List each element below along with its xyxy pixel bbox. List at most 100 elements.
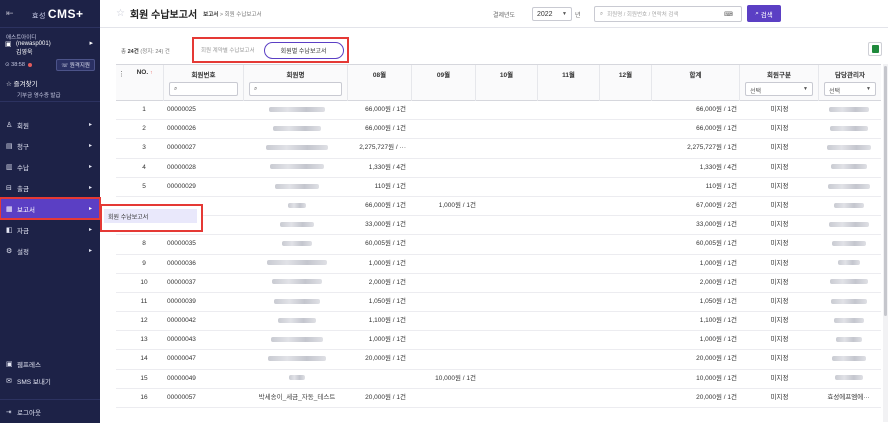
cell-member-name [248, 274, 346, 292]
redacted-name [273, 125, 321, 131]
redacted-manager [833, 317, 864, 323]
favorite-star-icon[interactable]: ☆ [116, 8, 125, 19]
cell-total: 67,000원 / 2건 [696, 201, 737, 209]
table-row[interactable]: 1 00000025 66,000원 / 1건 66,000원 / 1건 미지정 [116, 101, 881, 121]
member-no-filter[interactable]: ⌕ [169, 82, 238, 96]
logout-button[interactable]: ⇥ 로그아웃 [0, 399, 100, 423]
cell-sep [414, 120, 476, 138]
company-switcher[interactable]: 애스트아이디 ▣ (newasp001) 김영욱 ▸ [0, 28, 100, 58]
submenu-item-member-receipt-report[interactable]: 회원 수납보고서 [104, 209, 197, 223]
cell-manager [821, 197, 876, 215]
redacted-name [288, 202, 306, 208]
cell-no: 12 [140, 317, 148, 325]
redacted-manager [829, 125, 868, 131]
cell-sep [414, 139, 476, 157]
building-icon: ▣ [5, 41, 12, 48]
redacted-name [266, 145, 328, 151]
table-row[interactable]: 13 00000043 1,000원 / 1건 1,000원 / 1건 미지정 [116, 331, 881, 351]
cell-no: 5 [142, 182, 146, 190]
logo[interactable]: 효성 CMS+ [32, 7, 84, 21]
cell-member-type: 미지정 [770, 201, 789, 209]
cell-member-name [248, 235, 346, 253]
column-menu-icon[interactable]: ⋮ [118, 70, 125, 78]
manager-select[interactable]: 선택 ▼ [824, 82, 876, 96]
cell-manager: 효성에프엠에··· [827, 393, 870, 401]
cell-sep [414, 312, 476, 330]
year-select[interactable]: 2022 ▼ [532, 7, 572, 21]
table-row[interactable]: 11 00000039 1,050원 / 1건 1,050원 / 1건 미지정 [116, 293, 881, 313]
remote-support-button[interactable]: ☏ 원격지원 [56, 59, 95, 71]
table-row[interactable]: 33,000원 / 1건 33,000원 / 1건 미지정 [116, 216, 881, 236]
cell-manager [821, 370, 876, 388]
excel-download-button[interactable] [868, 42, 882, 56]
cell-total: 33,000원 / 1건 [696, 221, 737, 229]
company-name: 애스트아이디 [6, 35, 37, 41]
table-row[interactable]: 4 00000028 1,330원 / 4건 1,330원 / 4건 미지정 [116, 159, 881, 178]
search-icon: ⌕ [174, 86, 178, 92]
table-row[interactable]: 14 00000047 20,000원 / 1건 20,000원 / 1건 미지정 [116, 350, 881, 370]
report-submenu: 회원 수납보고서 [100, 204, 203, 232]
logout-icon: ⇥ [6, 408, 12, 416]
cell-member-name: 박세송이_세금_자동_테스트 [258, 393, 336, 401]
cell-total: 1,330원 / 4건 [699, 163, 737, 171]
user-name: 김영욱 [16, 50, 33, 56]
sidebar-item-receipt[interactable]: ▥ 수납 ▸ [0, 156, 100, 177]
cell-aug: 66,000원 / 1건 [365, 125, 406, 133]
table-row[interactable]: 66,000원 / 1건 1,000원 / 1건 67,000원 / 2건 미지정 [116, 197, 881, 217]
sidebar-item-billing[interactable]: ▤ 청구 ▸ [0, 135, 100, 156]
table-row[interactable]: 9 00000036 1,000원 / 1건 1,000원 / 1건 미지정 [116, 255, 881, 274]
cell-member-type: 미지정 [770, 355, 789, 363]
table-row[interactable]: 3 00000027 2,275,727원 / ··· 2,275,727원 / 1건… [116, 139, 881, 159]
tab-contract-receipt-report[interactable]: 회원 계약별 수납보고서 [201, 46, 255, 54]
cell-member-no: 00000027 [167, 144, 196, 152]
cell-no: 1 [142, 106, 146, 113]
col-member-no: 회원번호 ⌕ [164, 65, 244, 101]
cell-member-type: 미지정 [770, 125, 789, 133]
member-type-select[interactable]: 선택 ▼ [745, 82, 813, 96]
cell-sep: 1,000원 / 1건 [438, 201, 476, 209]
member-name-filter[interactable]: ⌕ [249, 82, 342, 96]
chevron-right-icon: ▸ [88, 143, 92, 149]
table-row[interactable]: 10 00000037 2,000원 / 1건 2,000원 / 1건 미지정 [116, 274, 881, 293]
cell-total: 10,000원 / 1건 [696, 374, 737, 382]
favorite-item[interactable]: 기부금 영수증 발급 [6, 91, 94, 99]
cell-aug: 2,275,727원 / ··· [359, 144, 406, 152]
cell-member-type: 미지정 [770, 317, 789, 325]
sidebar-item-fund[interactable]: ◧ 자금 ▸ [0, 219, 100, 240]
keyboard-icon[interactable]: ⌨ [724, 11, 733, 18]
breadcrumb: 보고서 > 회원 수납보고서 [203, 11, 262, 18]
cell-manager [821, 120, 876, 138]
sidebar-item-sms[interactable]: ✉ SMS 보내기 [0, 372, 100, 389]
tab-member-receipt-report[interactable]: 회원별 수납보고서 [263, 41, 344, 59]
cell-total: 1,000원 / 1건 [699, 336, 737, 344]
year-unit: 년 [575, 13, 581, 19]
collapse-menu-icon[interactable]: ⇤ [6, 8, 20, 19]
table-scrollbar[interactable] [883, 64, 888, 422]
search-input[interactable]: ⌕ 회원명 / 회원번호 / 연락처 검색 [594, 6, 742, 22]
sidebar-item-report[interactable]: ▦ 보고서 ▸ [0, 197, 101, 220]
table-row[interactable]: 15 00000049 10,000원 / 1건 10,000원 / 1건 미지정 [116, 370, 881, 389]
cell-manager [821, 159, 876, 177]
sidebar-item-member[interactable]: ♙ 회원 ▸ [0, 114, 100, 135]
cell-sep [414, 178, 476, 196]
table-row[interactable]: 12 00000042 1,100원 / 1건 1,100원 / 1건 미지정 [116, 312, 881, 332]
search-button[interactable]: ⌕ 검색 [747, 5, 781, 22]
chevron-right-icon: ▸ [88, 164, 92, 170]
cell-member-type: 미지정 [770, 221, 789, 229]
cell-aug: 1,000원 / 1건 [368, 259, 406, 267]
table-row[interactable]: 2 00000026 66,000원 / 1건 66,000원 / 1건 미지정 [116, 120, 881, 140]
cell-manager [821, 216, 876, 234]
table-row[interactable]: 8 00000035 60,005원 / 1건 60,005원 / 1건 미지정 [116, 235, 881, 255]
sidebar-item-webpress[interactable]: ▣ 웹프레스 [0, 355, 100, 372]
sidebar-item-settings[interactable]: ⚙ 설정 ▸ [0, 240, 100, 261]
scrollbar-thumb[interactable] [884, 66, 887, 316]
cell-member-name [248, 293, 346, 311]
sidebar-item-withdraw[interactable]: ⊟ 출금 ▸ [0, 177, 100, 198]
session-timer-row: ⊙ 38:58 ☏ 원격지원 [0, 58, 100, 72]
table-header: ⋮ NO. ↑ 회원번호 ⌕ 회원명 ⌕ 08월 09월 10월 11월 12월 합… [116, 64, 881, 101]
table-row[interactable]: 5 00000029 110원 / 1건 110원 / 1건 미지정 [116, 178, 881, 197]
report-tabs: 회원 계약별 수납보고서 회원별 수납보고서 [192, 37, 349, 63]
cell-member-no: 00000026 [167, 125, 196, 133]
col-no[interactable]: NO. ↑ [126, 65, 164, 101]
table-row[interactable]: 16 00000057 박세송이_세금_자동_테스트 20,000원 / 1건 20,0… [116, 389, 881, 408]
